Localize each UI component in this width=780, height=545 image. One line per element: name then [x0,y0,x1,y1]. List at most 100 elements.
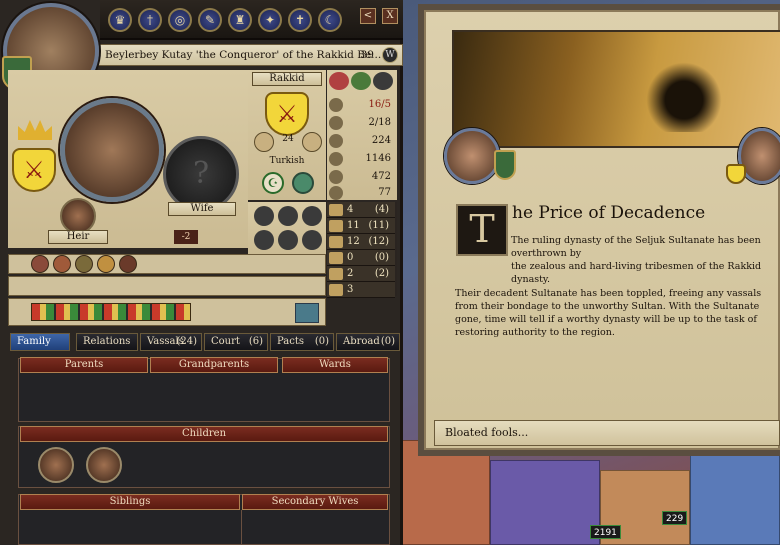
action-icon[interactable] [351,72,371,90]
event-character-portrait[interactable] [444,128,500,184]
skill-row: 4 (4) [327,202,395,218]
skill-row: 0 (0) [327,250,395,266]
castle-icon[interactable]: ♜ [228,8,252,32]
combat-icon [329,284,343,296]
opinion-bar[interactable] [31,303,191,321]
map-province[interactable] [690,450,780,545]
learning-icon [329,268,343,280]
crown-icon[interactable]: ♛ [108,8,132,32]
army-strength[interactable]: 2191 [590,525,621,539]
traits-row [8,254,326,274]
treaty-icon[interactable]: ✦ [258,8,282,32]
map-province[interactable] [490,460,600,545]
dynasty-shield-icon[interactable]: ⚔ [265,92,309,136]
event-option-button[interactable]: Bloated fools... [434,420,780,446]
cross-icon[interactable]: ✝ [288,8,312,32]
dynasty-name: Rakkid [252,72,322,86]
section-header-grandparents: Grandparents [150,357,278,373]
character-age: 39 [360,49,374,61]
attribute-row: 16/5 [327,96,397,114]
intrigue-icon [329,252,343,264]
piety-icon [329,186,343,200]
stewardship-icon [329,236,343,248]
attribute-row: 2/18 [327,114,397,132]
tab-pacts[interactable]: Pacts (0) [270,333,334,351]
title-shield-icon[interactable]: ⚔ [12,148,56,192]
levy-icon [329,116,343,130]
spouse-portrait[interactable]: ? [163,136,239,212]
diplomacy-icon [329,134,343,148]
action-icon[interactable] [329,72,349,90]
religion-icon[interactable]: W [382,47,398,63]
event-title: he Price of Decadence [512,203,706,223]
tab-family[interactable]: Family [10,333,70,351]
prestige-total-icon [329,170,343,184]
tab-relations[interactable]: Relations [76,333,138,351]
divider [241,510,242,545]
prestige-icon [329,98,343,112]
crescent-icon[interactable]: ☾ [318,8,342,32]
skill-icon[interactable] [254,230,274,250]
scroll-icon[interactable]: ✎ [198,8,222,32]
government-icon[interactable] [254,132,274,152]
skill-icon[interactable] [278,206,298,226]
trait-icon[interactable] [75,255,93,273]
section-header-secondary-wives: Secondary Wives [242,494,388,510]
skills-panel: 4 (4) 11 (11) 12 (12) 0 (0) 2 (2) 3 [327,202,397,298]
army-strength[interactable]: 229 [662,511,688,525]
coin-icon[interactable]: ◎ [168,8,192,32]
event-body: The ruling dynasty of the Seljuk Sultana… [455,234,777,339]
event-text-line: The ruling dynasty of the Seljuk Sultana… [511,235,761,259]
skill-icon[interactable] [302,206,322,226]
modifiers-row [8,276,326,296]
section-header-wards: Wards [282,357,388,373]
heir-label: Heir [48,230,108,244]
gold-icon [329,152,343,166]
character-name: Beylerbey Kutay 'the Conqueror' of the R… [105,49,382,61]
section-header-children: Children [20,426,388,442]
culture-icon[interactable] [292,172,314,194]
attribute-row: 77 [327,184,397,202]
child-portrait[interactable] [38,447,74,483]
skill-icon[interactable] [302,230,322,250]
attribute-row: 1146 [327,150,397,168]
heir-portrait[interactable] [60,198,96,234]
action-icon[interactable] [373,72,393,90]
crescent-icon[interactable]: ☪ [262,172,284,194]
trait-icon[interactable] [119,255,137,273]
back-button[interactable]: < [360,8,376,24]
coat-of-arms-icon[interactable] [494,150,516,180]
skill-row: 12 (12) [327,234,395,250]
character-portrait[interactable] [60,98,164,202]
skill-icon[interactable] [254,206,274,226]
event-text-body: Their decadent Sultanate has been topple… [455,288,762,338]
character-toolbar: ♛ † ◎ ✎ ♜ ✦ ✝ ☾ < X [100,0,403,40]
child-portrait[interactable] [86,447,122,483]
trait-icon[interactable] [31,255,49,273]
skill-row: 3 [327,282,395,298]
section-header-siblings: Siblings [20,494,240,510]
sword-icon[interactable]: † [138,8,162,32]
skill-row: 2 (2) [327,266,395,282]
tab-court[interactable]: Court (6) [204,333,268,351]
section-header-parents: Parents [20,357,148,373]
heir-opinion: -2 [174,230,198,244]
rider-silhouette [644,52,724,132]
attributes-panel: 16/5 2/18 224 1146 472 77 [327,70,397,200]
trait-icon[interactable] [53,255,71,273]
tab-abroad[interactable]: Abroad (0) [336,333,400,351]
skill-icon[interactable] [278,230,298,250]
skill-row: 11 (11) [327,218,395,234]
character-name-bar: Beylerbey Kutay 'the Conqueror' of the R… [98,44,403,66]
trait-icon[interactable] [97,255,115,273]
event-text-line: the zealous and hard-living tribesmen of… [511,261,762,285]
close-button[interactable]: X [382,8,398,24]
health-icon[interactable] [295,303,319,323]
tab-vassals[interactable]: Vassals (24) [140,333,202,351]
opinion-bar-row [8,298,326,326]
diplomacy-icon [329,204,343,216]
law-icon[interactable] [302,132,322,152]
spouse-label: Wife [168,202,236,216]
culture-label: Turkish [269,156,305,166]
attribute-row: 224 [327,132,397,150]
